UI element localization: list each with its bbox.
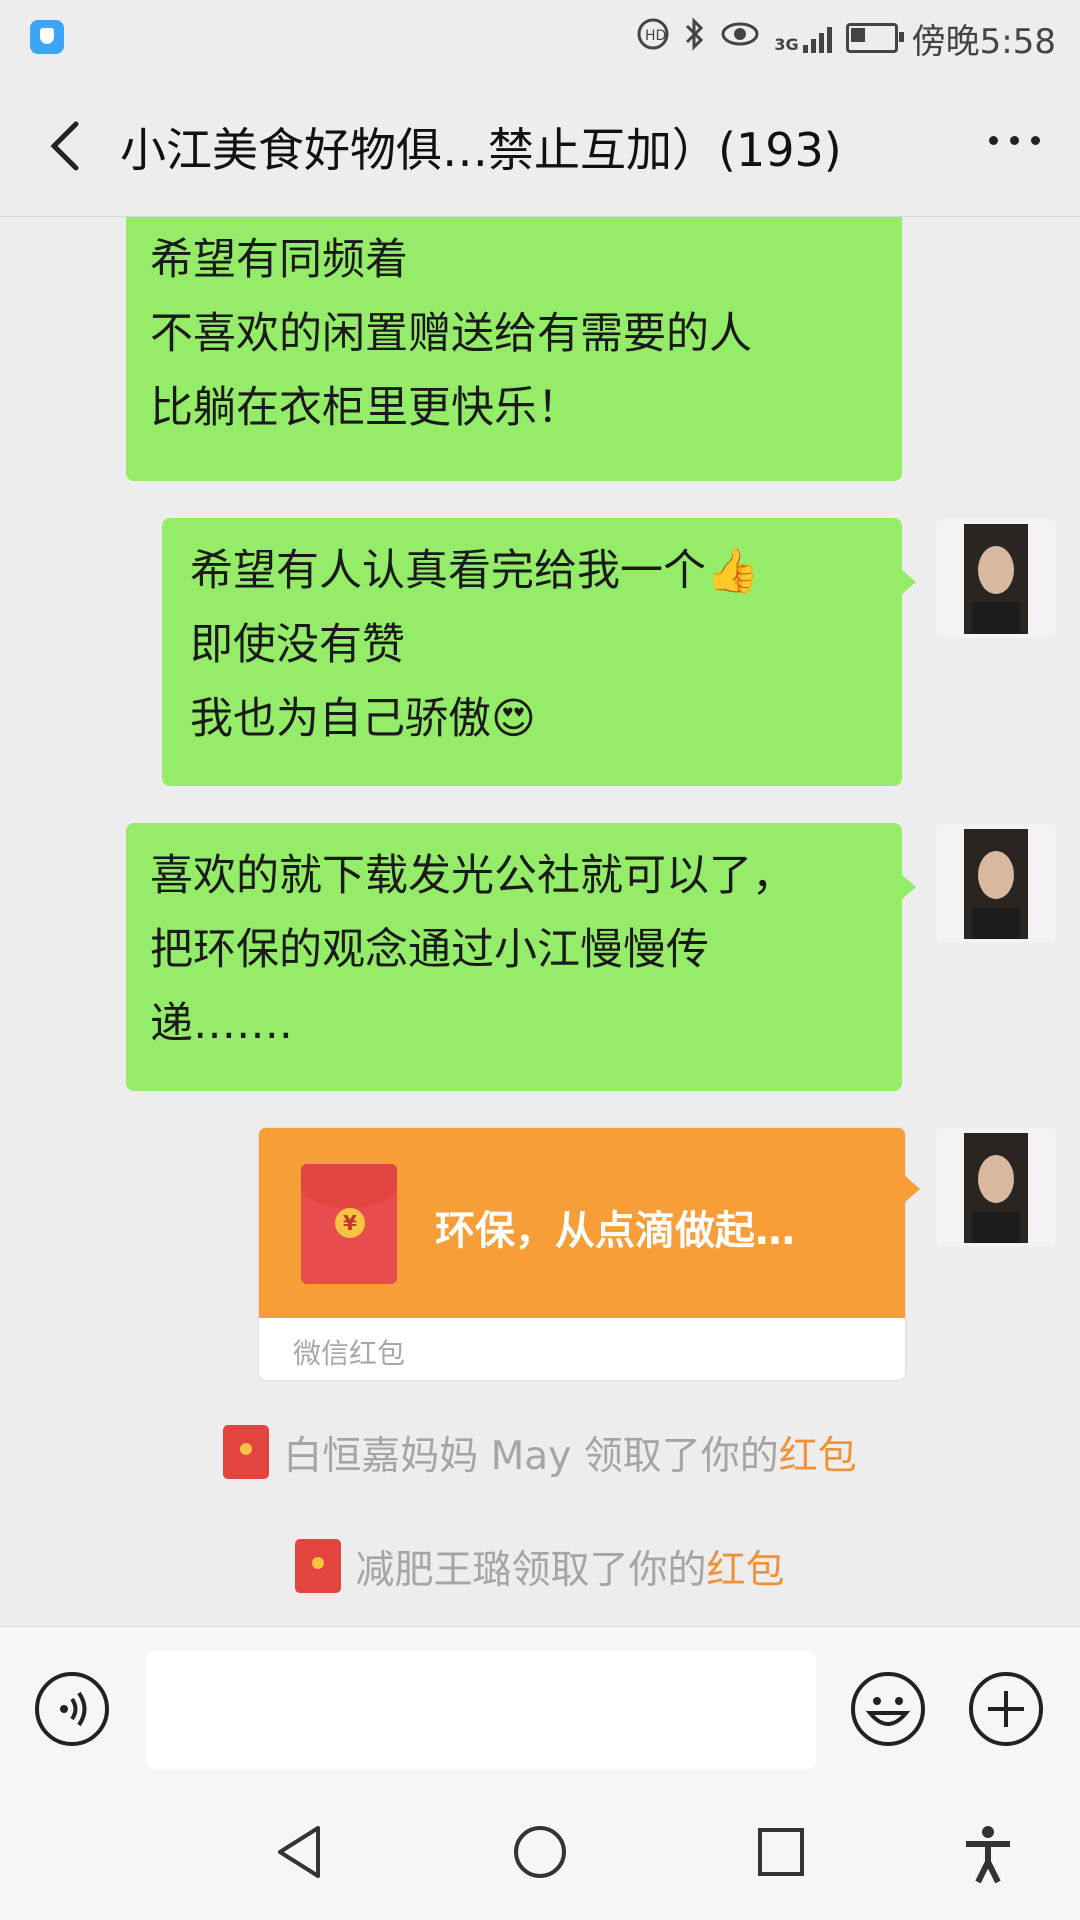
more-dots-icon[interactable]: [989, 136, 1040, 145]
emoji-icon[interactable]: [850, 1671, 926, 1747]
plus-icon[interactable]: [968, 1671, 1044, 1747]
chat-title: 小江美食好物俱…禁止互加）(193): [120, 123, 842, 177]
avatar[interactable]: [936, 518, 1056, 638]
message-bubble[interactable]: 希望有人认真看完给我一个👍 即使没有赞 我也为自己骄傲😍: [162, 518, 916, 786]
hd-call-icon: HD: [636, 17, 670, 59]
avatar[interactable]: [936, 1127, 1056, 1247]
signal-icon: 3G: [774, 23, 832, 53]
message-line: 比躺在衣柜里更快乐！: [150, 383, 580, 433]
eye-comfort-icon: [720, 19, 760, 57]
status-time: 傍晚5:58: [911, 21, 1056, 62]
home-circle-icon[interactable]: [512, 1824, 568, 1880]
back-triangle-icon[interactable]: [274, 1824, 324, 1880]
message-list[interactable]: 希望有同频着 不喜欢的闲置赠送给有需要的人 比躺在衣柜里更快乐！ 希望有人认真看…: [0, 217, 1080, 1625]
red-packet-link[interactable]: 红包: [779, 1434, 857, 1479]
message-line: 递…….: [150, 999, 293, 1049]
red-envelope-icon: ¥: [301, 1164, 397, 1284]
message-line: 希望有同频着: [150, 235, 408, 285]
red-packet-icon: [223, 1425, 270, 1479]
message-line: 把环保的观念通过小江慢慢传: [150, 925, 709, 975]
battery-icon: [845, 23, 904, 53]
message-line: 我也为自己骄傲😍: [190, 694, 536, 744]
message-line: 喜欢的就下载发光公社就可以了，: [150, 851, 795, 901]
red-packet-title: 环保，从点滴做起…: [435, 1208, 795, 1254]
voice-icon[interactable]: [34, 1671, 110, 1747]
system-notice: 白恒嘉妈妈 May 领取了你的红包: [0, 1425, 1080, 1481]
accessibility-icon[interactable]: [960, 1824, 1016, 1884]
status-bar: HD 3G 傍晚5:58: [0, 0, 1080, 76]
message-line: 希望有人认真看完给我一个👍: [190, 546, 760, 596]
system-notice: 减肥王璐领取了你的红包: [0, 1539, 1080, 1595]
back-arrow-icon[interactable]: [42, 118, 98, 174]
message-bubble[interactable]: 希望有同频着 不喜欢的闲置赠送给有需要的人 比躺在衣柜里更快乐！: [126, 217, 902, 481]
message-bubble[interactable]: 喜欢的就下载发光公社就可以了， 把环保的观念通过小江慢慢传 递…….: [126, 823, 916, 1091]
avatar[interactable]: [936, 823, 1056, 943]
red-packet-icon: [295, 1539, 342, 1593]
message-line: 即使没有赞: [190, 620, 405, 670]
recents-square-icon[interactable]: [756, 1824, 806, 1880]
red-packet-label: 微信红包: [293, 1337, 406, 1370]
chat-header: 小江美食好物俱…禁止互加）(193): [0, 76, 1080, 217]
shield-app-icon: [30, 20, 64, 54]
message-input[interactable]: [146, 1651, 816, 1769]
message-line: 不喜欢的闲置赠送给有需要的人: [150, 309, 752, 359]
system-navigation-bar: [0, 1786, 1080, 1920]
input-bar: [0, 1626, 1080, 1787]
red-packet-link[interactable]: 红包: [707, 1548, 785, 1593]
svg-text:HD: HD: [645, 28, 666, 44]
red-packet-card[interactable]: ¥ 环保，从点滴做起… 微信红包: [258, 1127, 906, 1381]
bluetooth-icon: [684, 17, 706, 59]
